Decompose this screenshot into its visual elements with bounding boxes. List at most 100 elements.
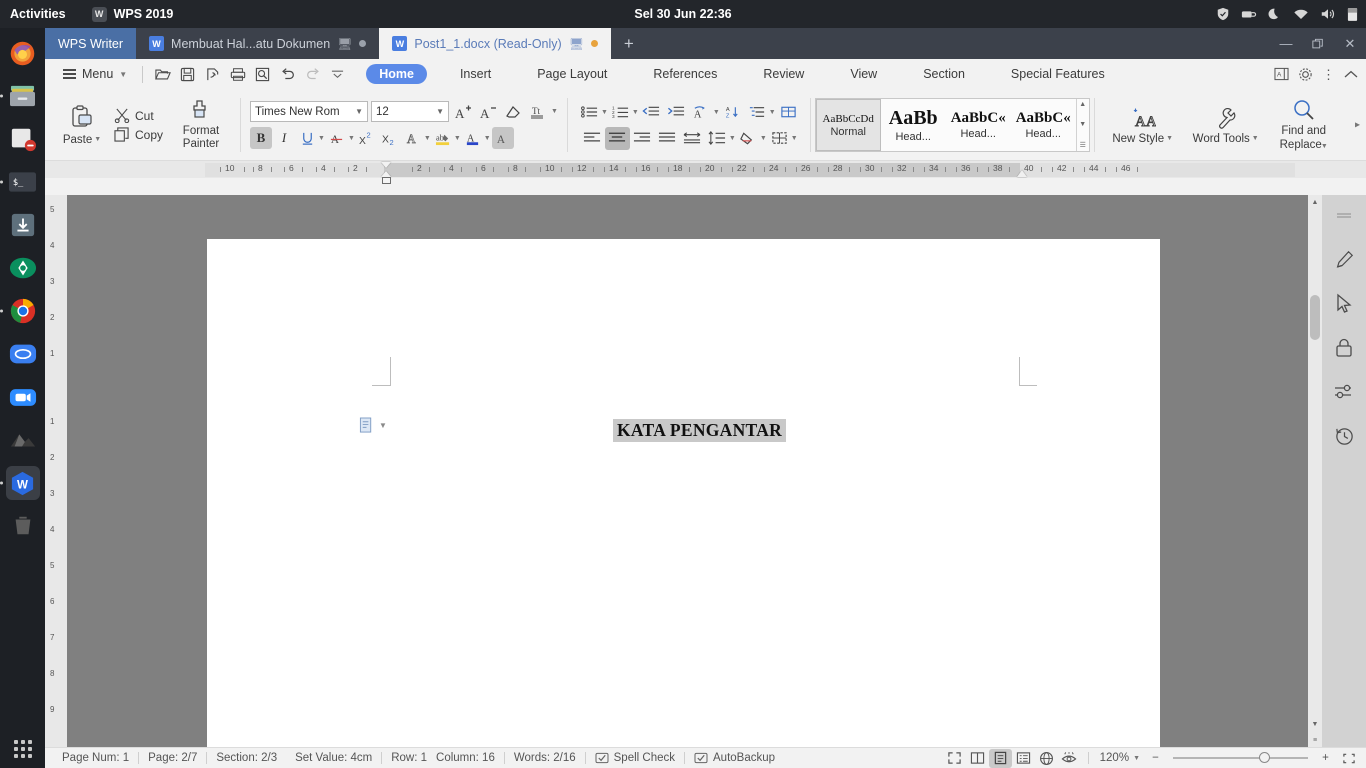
shrink-font-icon[interactable]: A (477, 101, 499, 122)
line-spacing-icon[interactable] (705, 127, 730, 150)
chevron-down-icon[interactable]: ▼ (713, 109, 720, 116)
bold-button[interactable]: B (250, 127, 273, 149)
phonetic-guide-icon[interactable]: Tt (527, 101, 549, 122)
status-row[interactable]: Row: 1 (382, 752, 436, 764)
print-layout-icon[interactable] (988, 748, 1012, 768)
open-icon[interactable] (150, 62, 175, 86)
distributed-icon[interactable] (680, 127, 705, 150)
dock-item-files[interactable] (0, 79, 40, 113)
align-left-icon[interactable] (580, 127, 605, 150)
full-screen-icon[interactable] (943, 749, 966, 768)
dock-item-inkscape[interactable] (6, 423, 40, 457)
status-column[interactable]: Column: 16 (436, 752, 504, 764)
subscript-button[interactable]: X2 (379, 127, 401, 149)
chevron-down-icon[interactable]: ▼ (484, 135, 491, 142)
asian-layout-icon[interactable]: A (689, 101, 714, 124)
tab-wps-writer[interactable]: WPS Writer (45, 28, 137, 59)
bullets-icon[interactable] (577, 101, 602, 124)
right-indent-marker[interactable] (1017, 170, 1027, 177)
dock-item-photo-app[interactable] (6, 251, 40, 285)
tab-special-features[interactable]: Special Features (998, 64, 1118, 84)
clock[interactable]: Sel 30 Jun 22:36 (0, 7, 1366, 21)
superscript-button[interactable]: X2 (356, 127, 378, 149)
scroll-up-icon[interactable]: ▲ (1308, 195, 1322, 209)
menu-button[interactable]: Menu ▼ (55, 67, 135, 81)
increase-indent-icon[interactable] (664, 101, 689, 124)
format-painter-button[interactable]: Format Painter (171, 99, 231, 151)
style-heading-1[interactable]: AaBb Head... (881, 99, 946, 151)
align-right-icon[interactable] (630, 127, 655, 150)
chevron-down-icon[interactable]: ▼ (791, 135, 798, 142)
spell-check-button[interactable]: Spell Check (586, 752, 684, 764)
first-line-indent-marker[interactable] (381, 162, 391, 168)
character-shading-button[interactable]: A (491, 127, 514, 149)
zoom-in-button[interactable]: + (1314, 749, 1337, 768)
chevron-down-icon[interactable]: ▼ (551, 108, 558, 115)
scrollbar-thumb[interactable] (1310, 295, 1320, 340)
clear-format-icon[interactable] (502, 101, 524, 122)
text-effects-button[interactable]: A (402, 127, 424, 149)
chevron-down-icon[interactable]: ▼ (729, 135, 736, 142)
settings-sliders-icon[interactable] (1331, 379, 1357, 405)
dock-item-messenger[interactable] (6, 337, 40, 371)
style-normal[interactable]: AaBbCcDd Normal (815, 99, 881, 151)
chevron-down-icon[interactable]: ▼ (424, 135, 431, 142)
fit-page-icon[interactable] (1337, 749, 1360, 768)
strikethrough-button[interactable]: A (326, 127, 348, 149)
dock-item-terminal[interactable]: $_ (0, 165, 40, 199)
font-size-input[interactable]: 12 ▼ (371, 101, 450, 122)
expand-gallery-icon[interactable]: ☰ (1080, 141, 1086, 149)
chevron-down-icon[interactable]: ▼ (601, 109, 608, 116)
scroll-down-icon[interactable]: ▼ (1079, 121, 1086, 128)
undo-icon[interactable] (275, 62, 300, 86)
two-page-icon[interactable] (966, 749, 989, 768)
horizontal-ruler[interactable]: 10 8 6 4 2 2 4 6 8 10 12 14 16 18 20 22 … (45, 161, 1366, 184)
tab-page-layout[interactable]: Page Layout (524, 64, 620, 84)
ribbon-overflow-icon[interactable]: ▸ (1355, 119, 1360, 130)
shading-icon[interactable] (736, 127, 761, 150)
more-options-icon[interactable]: ⋮ (1322, 68, 1335, 81)
left-indent-marker[interactable] (382, 177, 391, 184)
system-tray[interactable] (1216, 7, 1358, 22)
lock-icon[interactable] (1331, 335, 1357, 361)
chevron-down-icon[interactable]: ▼ (760, 135, 767, 142)
print-icon[interactable] (225, 62, 250, 86)
customize-qat-icon[interactable] (325, 62, 350, 86)
tab-post1-docx[interactable]: W Post1_1.docx (Read-Only) 🖥 (379, 28, 611, 59)
font-color-button[interactable]: A (462, 127, 484, 149)
collapse-handle-icon[interactable] (1331, 203, 1357, 229)
save-as-icon[interactable] (200, 62, 225, 86)
status-page[interactable]: Page: 2/7 (139, 752, 206, 764)
decrease-indent-icon[interactable] (639, 101, 664, 124)
sort-icon[interactable]: AZ (720, 101, 745, 124)
document-heading-text[interactable]: KATA PENGANTAR (613, 419, 787, 442)
eye-protection-icon[interactable] (1058, 749, 1081, 768)
show-applications-button[interactable] (13, 740, 32, 758)
tab-membuat-halaman[interactable]: W Membuat Hal...atu Dokumen 🖥 (136, 28, 379, 59)
status-section[interactable]: Section: 2/3 (207, 752, 286, 764)
style-gallery-scroll[interactable]: ▲ ▼ ☰ (1075, 99, 1089, 151)
show-marks-icon[interactable] (776, 101, 801, 124)
status-set-value[interactable]: Set Value: 4cm (286, 752, 381, 764)
save-icon[interactable] (175, 62, 200, 86)
select-cursor-icon[interactable] (1331, 291, 1357, 317)
web-layout-icon[interactable] (1035, 749, 1058, 768)
chevron-down-icon[interactable]: ▼ (318, 135, 325, 142)
tab-insert[interactable]: Insert (447, 64, 504, 84)
settings-gear-icon[interactable] (1298, 67, 1313, 82)
copy-button[interactable]: Copy (114, 127, 163, 142)
underline-button[interactable] (296, 127, 318, 149)
vertical-ruler[interactable]: 5 4 3 2 1 1 2 3 4 5 6 7 8 9 (45, 195, 67, 747)
minimize-button[interactable]: — (1270, 28, 1302, 59)
dock-item-zoom-video[interactable] (6, 380, 40, 414)
zoom-slider-knob[interactable] (1259, 752, 1270, 764)
align-center-icon[interactable] (604, 126, 630, 150)
highlight-color-button[interactable]: ab (432, 127, 454, 149)
dock[interactable]: $_ W (0, 28, 45, 768)
history-clock-icon[interactable] (1331, 423, 1357, 449)
ruler-track[interactable]: 10 8 6 4 2 2 4 6 8 10 12 14 16 18 20 22 … (205, 162, 1295, 184)
cut-button[interactable]: Cut (114, 108, 163, 123)
style-heading-2[interactable]: AaBbC« Head... (946, 99, 1011, 151)
chevron-down-icon[interactable]: ▼ (769, 109, 776, 116)
tab-modified-dot[interactable] (590, 40, 598, 47)
